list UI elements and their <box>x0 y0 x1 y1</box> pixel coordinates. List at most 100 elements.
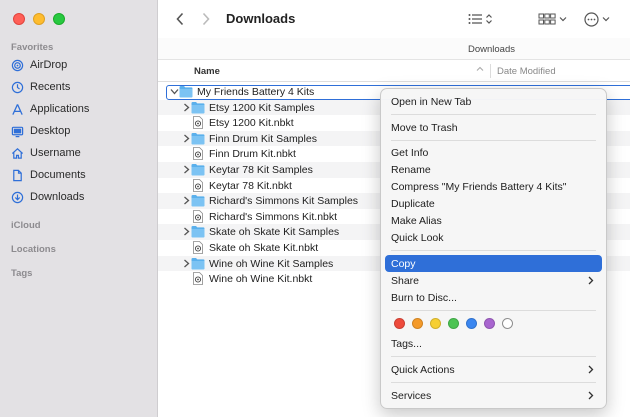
tag-orange-button[interactable] <box>412 318 423 329</box>
forward-button[interactable] <box>196 9 216 29</box>
disclosure-collapsed-icon[interactable] <box>182 259 191 268</box>
menu-item-burn-to-disc[interactable]: Burn to Disc... <box>385 289 602 306</box>
tag-blue-button[interactable] <box>466 318 477 329</box>
window-controls <box>13 13 65 25</box>
menu-item-label: Services <box>391 389 432 402</box>
nbkt-file-icon <box>193 272 203 286</box>
close-window-button[interactable] <box>13 13 25 25</box>
sidebar-item-label: Documents <box>30 169 86 181</box>
menu-separator <box>391 114 596 115</box>
disclosure-collapsed-icon[interactable] <box>182 103 191 112</box>
file-name: Finn Drum Kit Samples <box>209 132 317 145</box>
chevron-right-icon <box>588 391 594 400</box>
sidebar-item-airdrop[interactable]: AirDrop <box>11 56 67 74</box>
nbkt-file-icon <box>193 147 203 161</box>
sidebar-header-locations: Locations <box>11 244 56 255</box>
tag-purple-button[interactable] <box>484 318 495 329</box>
tag-yellow-button[interactable] <box>430 318 441 329</box>
file-name: My Friends Battery 4 Kits <box>197 86 315 98</box>
file-name: Wine oh Wine Kit Samples <box>209 257 334 270</box>
tag-color-row <box>394 318 513 329</box>
sidebar-item-desktop[interactable]: Desktop <box>11 122 70 140</box>
menu-item-make-alias[interactable]: Make Alias <box>385 212 602 229</box>
context-menu: Open in New Tab Move to Trash Get Info R… <box>380 88 607 409</box>
menu-item-tags[interactable]: Tags... <box>385 335 602 352</box>
column-date-header[interactable]: Date Modified <box>497 66 556 77</box>
menu-item-label: Move to Trash <box>391 121 458 134</box>
menu-item-label: Copy <box>391 257 416 270</box>
menu-item-label: Open in New Tab <box>391 95 472 108</box>
menu-item-duplicate[interactable]: Duplicate <box>385 195 602 212</box>
menu-item-get-info[interactable]: Get Info <box>385 144 602 161</box>
sidebar-header-tags: Tags <box>11 268 33 279</box>
disclosure-expanded-icon[interactable] <box>170 87 179 96</box>
column-divider[interactable] <box>490 64 491 78</box>
sidebar-item-username[interactable]: Username <box>11 144 81 162</box>
file-name: Keytar 78 Kit Samples <box>209 164 313 176</box>
disclosure-collapsed-icon[interactable] <box>182 196 191 205</box>
menu-item-share[interactable]: Share <box>385 272 602 289</box>
menu-item-quick-actions[interactable]: Quick Actions <box>385 361 602 378</box>
menu-item-label: Burn to Disc... <box>391 291 457 304</box>
group-by-button[interactable] <box>538 9 567 29</box>
sidebar-item-applications[interactable]: Applications <box>11 100 89 118</box>
more-actions-button[interactable] <box>584 9 610 29</box>
nbkt-file-icon <box>193 178 203 192</box>
menu-item-label: Tags... <box>391 337 422 350</box>
sidebar-item-label: AirDrop <box>30 59 68 71</box>
tag-red-button[interactable] <box>394 318 405 329</box>
sidebar-item-label: Desktop <box>30 125 71 137</box>
menu-item-compress[interactable]: Compress "My Friends Battery 4 Kits" <box>385 178 602 195</box>
menu-item-open-new-tab[interactable]: Open in New Tab <box>385 93 602 110</box>
home-icon <box>11 147 24 159</box>
zoom-window-button[interactable] <box>53 13 65 25</box>
nbkt-file-icon <box>193 209 203 223</box>
disclosure-collapsed-icon[interactable] <box>182 134 191 143</box>
menu-item-label: Get Info <box>391 146 429 159</box>
airdrop-icon <box>11 59 24 71</box>
desktop-icon <box>11 126 24 137</box>
tag-green-button[interactable] <box>448 318 459 329</box>
menu-separator <box>391 356 596 357</box>
sidebar-header-icloud: iCloud <box>11 220 41 231</box>
disclosure-collapsed-icon[interactable] <box>182 227 191 236</box>
menu-item-label: Quick Look <box>391 231 444 244</box>
view-options-button[interactable] <box>468 9 493 29</box>
document-icon <box>13 169 22 181</box>
menu-item-quick-look[interactable]: Quick Look <box>385 229 602 246</box>
folder-icon <box>191 226 205 238</box>
folder-icon <box>191 257 205 269</box>
menu-item-copy[interactable]: Copy <box>385 255 602 272</box>
sidebar-item-documents[interactable]: Documents <box>11 166 86 184</box>
sort-chevron-icon <box>476 66 484 71</box>
sidebar-header-favorites: Favorites <box>11 42 54 53</box>
menu-item-move-to-trash[interactable]: Move to Trash <box>385 119 602 136</box>
chevron-updown-icon <box>486 14 492 24</box>
back-button[interactable] <box>170 9 190 29</box>
chevron-right-icon <box>202 12 210 26</box>
folder-icon <box>179 86 193 98</box>
file-name: Finn Drum Kit.nbkt <box>209 148 296 161</box>
menu-separator <box>391 382 596 383</box>
chevron-left-icon <box>176 12 184 26</box>
menu-separator <box>391 140 596 141</box>
applications-icon <box>12 103 23 115</box>
menu-item-label: Make Alias <box>391 214 442 227</box>
menu-item-services[interactable]: Services <box>385 387 602 404</box>
menu-item-label: Rename <box>391 163 431 176</box>
sidebar: Favorites AirDrop Recents Applications D… <box>0 0 158 417</box>
column-name-header[interactable]: Name <box>194 66 220 77</box>
download-icon <box>11 191 24 203</box>
file-name: Keytar 78 Kit.nbkt <box>209 179 292 192</box>
disclosure-collapsed-icon[interactable] <box>182 165 191 174</box>
sidebar-item-recents[interactable]: Recents <box>11 78 70 96</box>
minimize-window-button[interactable] <box>33 13 45 25</box>
tag-gray-button[interactable] <box>502 318 513 329</box>
sidebar-item-downloads[interactable]: Downloads <box>11 188 84 206</box>
menu-item-rename[interactable]: Rename <box>385 161 602 178</box>
menu-separator <box>391 310 596 311</box>
menu-item-label: Share <box>391 274 420 287</box>
path-bar-title: Downloads <box>468 44 515 55</box>
chevron-down-icon <box>602 17 610 22</box>
clock-icon <box>11 81 24 93</box>
